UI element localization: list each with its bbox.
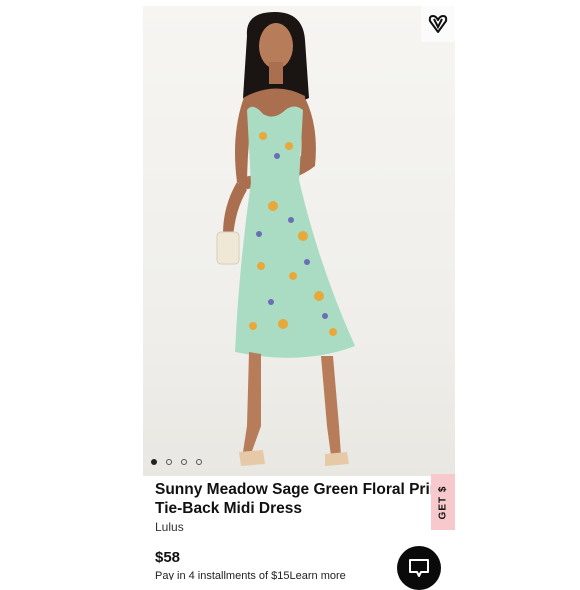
chat-bubble-icon xyxy=(409,559,429,577)
heart-v-icon xyxy=(428,15,448,33)
product-photo[interactable] xyxy=(143,6,455,476)
carousel-dot[interactable] xyxy=(151,459,157,465)
learn-more-link[interactable]: Learn more xyxy=(290,570,346,580)
brand-name[interactable]: Lulus xyxy=(155,520,184,534)
installments-info: Pay in 4 installments of $15Learn more xyxy=(155,570,346,580)
carousel-dot[interactable] xyxy=(166,459,172,465)
model-illustration xyxy=(216,12,355,466)
product-title: Sunny Meadow Sage Green Floral Prin Tie-… xyxy=(155,481,435,517)
like-button[interactable] xyxy=(421,6,455,42)
get-cash-tab[interactable]: GET $ xyxy=(431,474,455,530)
carousel-dot[interactable] xyxy=(196,459,202,465)
listing-frame: Sunny Meadow Sage Green Floral Prin Tie-… xyxy=(143,6,455,580)
carousel-dot[interactable] xyxy=(181,459,187,465)
carousel-indicator xyxy=(151,459,202,465)
installments-text: Pay in 4 installments of $15 xyxy=(155,570,290,580)
get-cash-label: GET $ xyxy=(437,485,449,519)
price: $58 xyxy=(155,549,181,566)
chat-button[interactable] xyxy=(397,546,441,590)
